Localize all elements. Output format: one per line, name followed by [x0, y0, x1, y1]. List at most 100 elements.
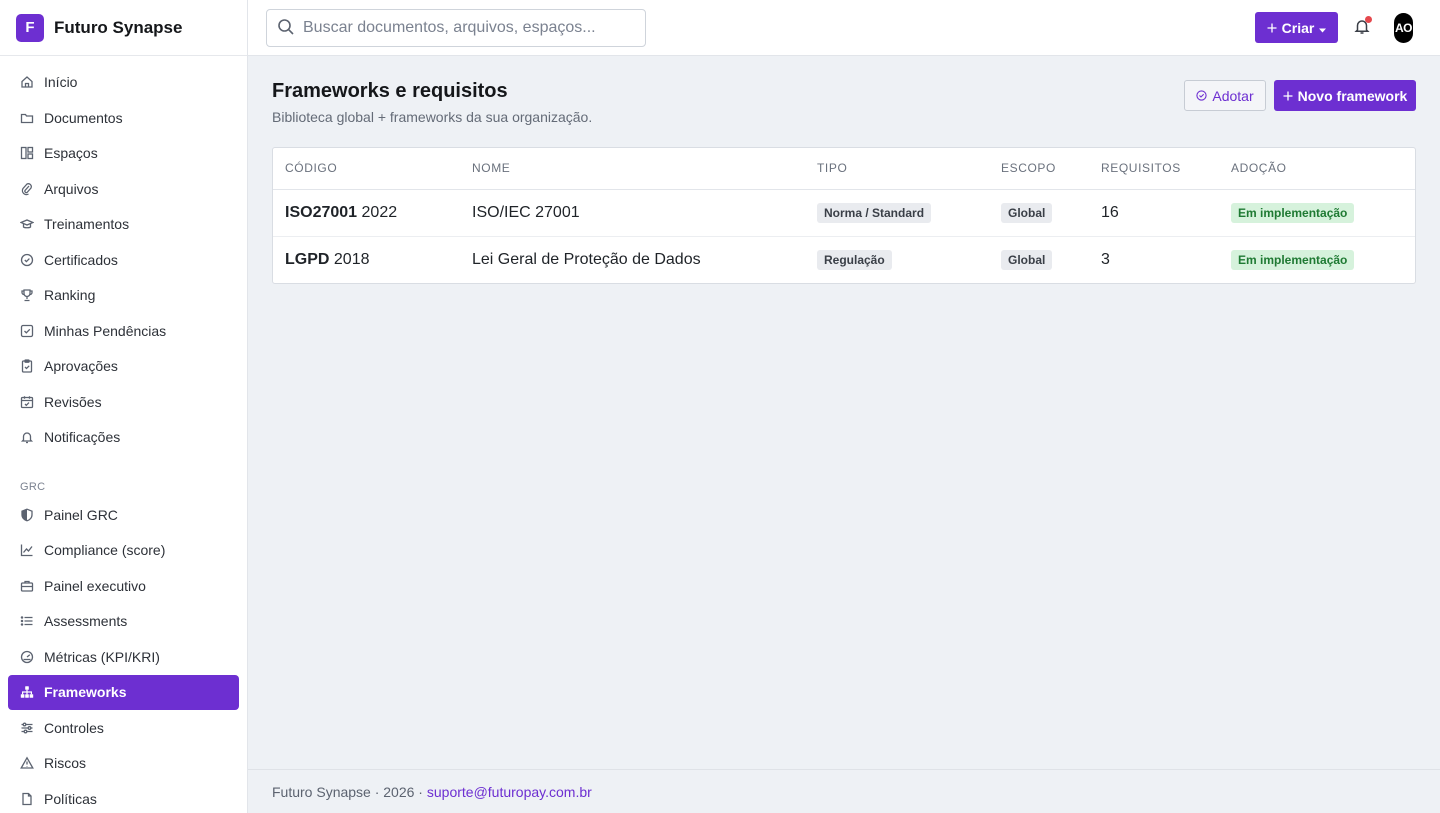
sidebar-item-painel-grc[interactable]: Painel GRC [8, 498, 239, 533]
sidebar-item-label: Certificados [44, 251, 118, 268]
sidebar-item-label: Painel GRC [44, 506, 118, 523]
table-row[interactable]: ISO27001 2022 ISO/IEC 27001 Norma / Stan… [273, 189, 1415, 237]
column-header-tipo[interactable]: TIPO [805, 148, 989, 190]
sidebar-item-assessments[interactable]: Assessments [8, 604, 239, 639]
sidebar-item-riscos[interactable]: Riscos [8, 746, 239, 781]
cell-code: LGPD 2018 [273, 236, 460, 283]
sidebar-item-label: Riscos [44, 755, 87, 772]
main-content: Frameworks e requisitos Biblioteca globa… [248, 56, 1440, 769]
folder-icon [20, 111, 34, 125]
adoption-status-badge: Em implementação [1231, 249, 1355, 270]
table-row[interactable]: LGPD 2018 Lei Geral de Proteção de Dados… [273, 236, 1415, 283]
sidebar-item-certificados[interactable]: Certificados [8, 243, 239, 278]
brand-name: Futuro Synapse [54, 17, 183, 37]
sidebar-item-treinamentos[interactable]: Treinamentos [8, 207, 239, 242]
sidebar-item-label: Espaços [44, 145, 98, 162]
sidebar-item-label: Políticas [44, 790, 97, 807]
cell-scope: Global [989, 236, 1089, 283]
cell-adoption: Em implementação [1219, 236, 1415, 283]
avatar[interactable]: AO [1394, 13, 1413, 43]
sidebar-item-label: Documentos [44, 109, 123, 126]
sidebar-item-frameworks[interactable]: Frameworks [8, 675, 239, 710]
gauge-icon [20, 650, 34, 664]
column-header-requisitos[interactable]: REQUISITOS [1089, 148, 1219, 190]
sidebar-item-label: Frameworks [44, 684, 127, 701]
adopt-button-label: Adotar [1212, 87, 1254, 104]
framework-version: 2022 [361, 203, 398, 221]
home-icon [20, 75, 34, 89]
column-header-nome[interactable]: NOME [460, 148, 805, 190]
sidebar-item-notificacoes[interactable]: Notificações [8, 420, 239, 455]
support-email-link[interactable]: suporte@futuropay.com.br [427, 784, 592, 800]
sidebar-item-label: Métricas (KPI/KRI) [44, 648, 160, 665]
scope-badge: Global [1001, 249, 1053, 270]
sidebar-item-espacos[interactable]: Espaços [8, 136, 239, 171]
framework-code: LGPD [285, 250, 330, 268]
search-input[interactable] [303, 19, 623, 37]
badge-check-icon [20, 253, 34, 267]
sidebar-item-label: Minhas Pendências [44, 322, 167, 339]
calendar-check-icon [20, 395, 34, 409]
checkbox-icon [20, 324, 34, 338]
create-button-label: Criar [1281, 19, 1315, 36]
sidebar-item-painel-executivo[interactable]: Painel executivo [8, 569, 239, 604]
sidebar-item-metricas[interactable]: Métricas (KPI/KRI) [8, 640, 239, 675]
search-icon [277, 18, 295, 39]
shield-icon [20, 508, 34, 522]
sidebar: F Futuro Synapse Início Documentos Espaç… [0, 0, 248, 813]
layout-icon [20, 146, 34, 160]
adopt-button[interactable]: Adotar [1184, 80, 1266, 111]
sidebar-item-inicio[interactable]: Início [8, 65, 239, 100]
cell-scope: Global [989, 189, 1089, 237]
sidebar-item-minhas-pendencias[interactable]: Minhas Pendências [8, 314, 239, 349]
page-title: Frameworks e requisitos [272, 80, 508, 102]
new-framework-button[interactable]: Novo framework [1274, 80, 1416, 111]
sidebar-item-ranking[interactable]: Ranking [8, 278, 239, 313]
sidebar-item-aprovacoes[interactable]: Aprovações [8, 349, 239, 384]
sidebar-item-arquivos[interactable]: Arquivos [8, 172, 239, 207]
sidebar-item-label: Início [44, 74, 78, 91]
warning-icon [20, 756, 34, 770]
sidebar-item-compliance[interactable]: Compliance (score) [8, 533, 239, 568]
page-subtitle: Biblioteca global + frameworks da sua or… [272, 109, 593, 125]
caret-down-icon [1319, 20, 1327, 36]
sidebar-item-label: Assessments [44, 613, 128, 630]
brand[interactable]: F Futuro Synapse [0, 0, 247, 56]
sidebar-item-documentos[interactable]: Documentos [8, 101, 239, 136]
sidebar-item-label: Notificações [44, 429, 121, 446]
sidebar-item-label: Controles [44, 719, 104, 736]
framework-version: 2018 [333, 250, 370, 268]
sidebar-item-controles[interactable]: Controles [8, 711, 239, 746]
type-badge: Regulação [817, 249, 892, 270]
new-framework-button-label: Novo framework [1297, 87, 1408, 104]
sidebar-item-label: Treinamentos [44, 216, 130, 233]
column-header-escopo[interactable]: ESCOPO [989, 148, 1089, 190]
sidebar-item-label: Arquivos [44, 180, 99, 197]
create-button[interactable]: Criar [1255, 12, 1338, 43]
table-header-row: CÓDIGO NOME TIPO ESCOPO REQUISITOS ADOÇÃ… [273, 148, 1415, 190]
sidebar-item-label: Revisões [44, 393, 102, 410]
network-icon [20, 685, 34, 699]
check-circle-icon [1196, 88, 1208, 104]
cell-code: ISO27001 2022 [273, 189, 460, 237]
search-box[interactable] [266, 9, 646, 47]
sidebar-item-label: Aprovações [44, 358, 118, 375]
sidebar-nav: Início Documentos Espaços Arquivos Trein… [0, 56, 247, 813]
footer: Futuro Synapse · 2026 · suporte@futuropa… [248, 769, 1440, 813]
sidebar-item-revisoes[interactable]: Revisões [8, 385, 239, 420]
sliders-icon [20, 721, 34, 735]
trophy-icon [20, 288, 34, 302]
notifications-button[interactable] [1351, 16, 1373, 38]
graduation-cap-icon [20, 217, 34, 231]
cell-name: Lei Geral de Proteção de Dados [472, 250, 701, 268]
column-header-codigo[interactable]: CÓDIGO [273, 148, 460, 190]
notification-dot [1365, 16, 1372, 23]
column-header-adocao[interactable]: ADOÇÃO [1219, 148, 1415, 190]
bell-icon [20, 430, 34, 444]
cell-name: ISO/IEC 27001 [460, 189, 805, 237]
paperclip-icon [20, 182, 34, 196]
sidebar-item-label: Compliance (score) [44, 542, 166, 559]
cell-requirements: 16 [1089, 189, 1219, 237]
sidebar-item-politicas[interactable]: Políticas [8, 782, 239, 813]
file-icon [20, 792, 34, 806]
